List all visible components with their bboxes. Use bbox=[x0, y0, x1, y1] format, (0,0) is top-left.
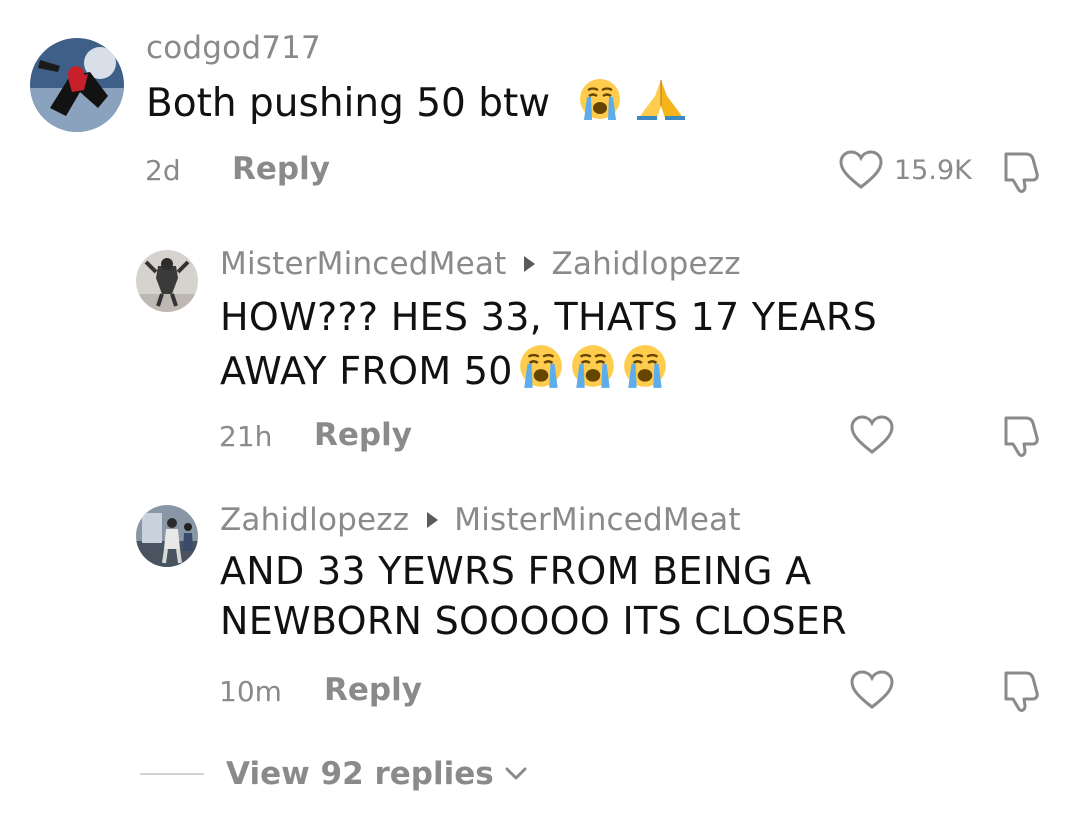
reply-arrow-icon bbox=[427, 512, 439, 528]
view-replies-label[interactable]: View 92 replies bbox=[226, 756, 494, 792]
view-replies-button[interactable]: View 92 replies bbox=[140, 752, 528, 796]
avatar[interactable] bbox=[136, 505, 198, 567]
reply-to-username[interactable]: MisterMincedMeat bbox=[454, 502, 740, 538]
comment-text-line: NEWBORN SOOOOO ITS CLOSER bbox=[220, 599, 847, 643]
dislike-icon[interactable] bbox=[1000, 669, 1046, 717]
comment-text-line: AND 33 YEWRS FROM BEING A bbox=[220, 549, 812, 593]
divider-line bbox=[140, 773, 204, 775]
reply-header: Zahidlopezz MisterMincedMeat bbox=[220, 502, 741, 538]
comment-text: AND 33 YEWRS FROM BEING A NEWBORN SOOOOO… bbox=[220, 546, 847, 646]
reply-button[interactable]: Reply bbox=[324, 672, 422, 708]
chevron-down-icon[interactable] bbox=[504, 766, 528, 786]
comment-thread: codgod717 Both pushing 50 btw 2d Reply 1… bbox=[0, 0, 1080, 828]
comment-timestamp: 10m bbox=[219, 675, 282, 708]
reply-item: Zahidlopezz MisterMincedMeat AND 33 YEWRS… bbox=[0, 0, 1080, 740]
username-text[interactable]: Zahidlopezz bbox=[220, 502, 409, 538]
like-heart-icon[interactable] bbox=[849, 669, 895, 715]
